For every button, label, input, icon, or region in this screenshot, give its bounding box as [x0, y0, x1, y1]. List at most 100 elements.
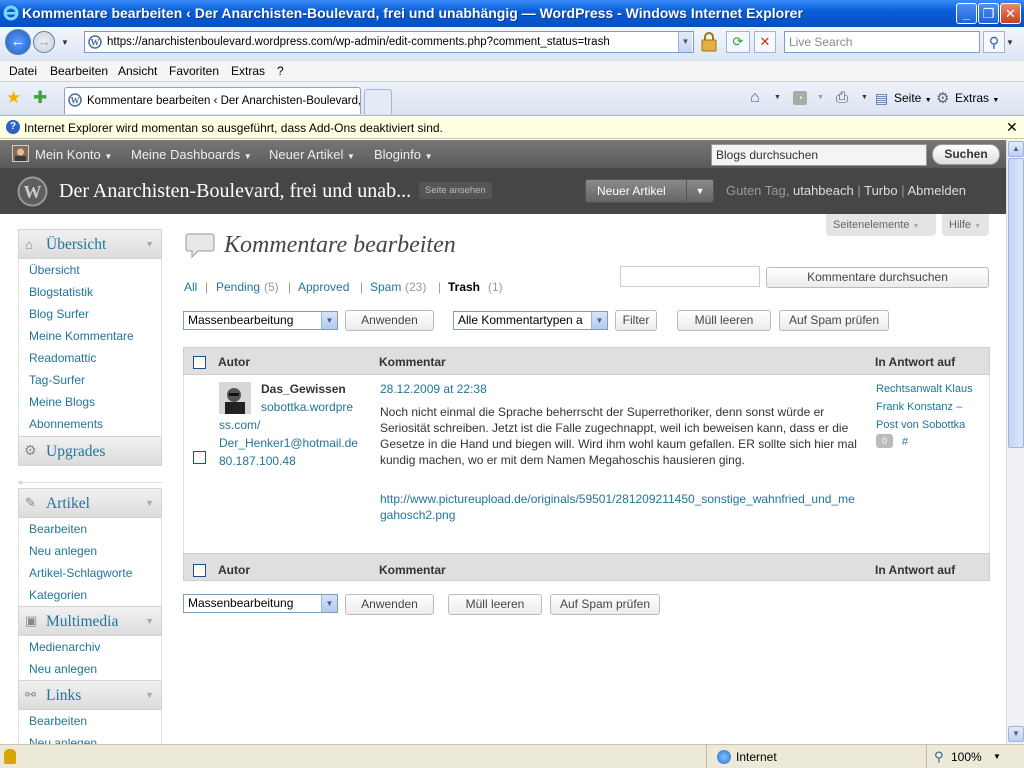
- blog-search-button[interactable]: Suchen: [932, 144, 1000, 165]
- turbo-link[interactable]: Turbo: [864, 183, 897, 198]
- sidebar-item-links-edit[interactable]: Bearbeiten: [29, 714, 87, 728]
- comment-date-link[interactable]: 28.12.2009 at 22:38: [380, 382, 487, 396]
- maximize-button[interactable]: ❐: [978, 3, 999, 24]
- feeds-dropdown-icon[interactable]: ▼: [817, 94, 824, 101]
- new-tab-button[interactable]: [364, 89, 392, 114]
- address-dropdown-icon[interactable]: ▼: [678, 32, 692, 52]
- print-icon[interactable]: ⎙: [836, 89, 848, 106]
- security-lock-icon[interactable]: [697, 30, 721, 54]
- scroll-thumb[interactable]: [1008, 158, 1024, 448]
- new-post-dropdown-icon[interactable]: ▼: [686, 180, 713, 202]
- sidebar-item-subscriptions[interactable]: Abonnements: [29, 417, 103, 431]
- sidebar-section-upgrades[interactable]: ⚙ Upgrades: [18, 436, 162, 466]
- search-comments-button[interactable]: Kommentare durchsuchen: [766, 267, 989, 288]
- apply-button-top[interactable]: Anwenden: [345, 310, 434, 331]
- filter-approved[interactable]: Approved: [298, 280, 349, 294]
- scroll-down-icon[interactable]: ▼: [1008, 726, 1024, 742]
- sidebar-item-posts-new[interactable]: Neu anlegen: [29, 544, 97, 558]
- search-icon[interactable]: ⚲: [983, 31, 1005, 53]
- new-post-button[interactable]: Neuer Artikel ▼: [585, 179, 714, 203]
- view-site-button[interactable]: Seite ansehen: [419, 182, 492, 199]
- print-dropdown-icon[interactable]: ▼: [861, 94, 868, 101]
- sidebar-section-overview[interactable]: ⌂ Übersicht ▼: [18, 229, 162, 259]
- address-bar-input[interactable]: https://anarchistenboulevard.wordpress.c…: [84, 31, 694, 53]
- live-search-input[interactable]: Live Search: [784, 31, 980, 53]
- post-permalink[interactable]: #: [902, 436, 908, 448]
- sidebar-item-links-new[interactable]: Neu anlegen: [29, 736, 97, 744]
- author-url-line1[interactable]: sobottka.wordpre: [261, 400, 353, 414]
- sidebar-item-readomattic[interactable]: Readomattic: [29, 351, 96, 365]
- check-spam-button-bottom[interactable]: Auf Spam prüfen: [550, 594, 660, 615]
- my-dashboards-menu[interactable]: Meine Dashboards ▼: [131, 147, 252, 162]
- search-provider-dropdown-icon[interactable]: ▼: [1006, 38, 1014, 47]
- reply-to-post-link[interactable]: Rechtsanwalt Klaus Frank Konstanz – Post…: [876, 380, 984, 434]
- menu-help[interactable]: ?: [277, 64, 284, 78]
- username-link[interactable]: utahbeach: [793, 183, 854, 198]
- sidebar-item-blog-surfer[interactable]: Blog Surfer: [29, 307, 89, 321]
- comment-count-badge[interactable]: 0: [876, 434, 893, 448]
- new-post-menu[interactable]: Neuer Artikel ▼: [269, 147, 355, 162]
- stop-icon[interactable]: ✕: [754, 31, 776, 53]
- my-account-menu[interactable]: Mein Konto ▼: [35, 147, 112, 162]
- sidebar-item-media-new[interactable]: Neu anlegen: [29, 662, 97, 676]
- author-url-line2[interactable]: ss.com/: [219, 418, 260, 432]
- sidebar-item-categories[interactable]: Kategorien: [29, 588, 87, 602]
- collapse-arrow-icon[interactable]: ▼: [145, 239, 154, 249]
- author-email-link[interactable]: Der_Henker1@hotmail.de: [219, 436, 358, 450]
- blog-title[interactable]: Der Anarchisten-Boulevard, frei und unab…: [59, 180, 411, 203]
- check-spam-button-top[interactable]: Auf Spam prüfen: [779, 310, 889, 331]
- sidebar-item-blogstats[interactable]: Blogstatistik: [29, 285, 93, 299]
- screen-options-button[interactable]: Seitenelemente ▼: [826, 214, 936, 236]
- sidebar-section-media[interactable]: ▣ Multimedia ▼: [18, 606, 162, 636]
- bulk-actions-select[interactable]: Massenbearbeitung ▼: [183, 311, 338, 330]
- feeds-icon[interactable]: ◔: [793, 91, 807, 105]
- row-checkbox[interactable]: [193, 451, 206, 464]
- logout-link[interactable]: Abmelden: [907, 183, 966, 198]
- bloginfo-menu[interactable]: Bloginfo ▼: [374, 147, 433, 162]
- forward-button[interactable]: →: [33, 31, 55, 53]
- vertical-scrollbar[interactable]: ▲ ▼: [1006, 140, 1024, 744]
- collapse-arrow-icon[interactable]: ▼: [145, 498, 154, 508]
- menu-edit[interactable]: Bearbeiten: [50, 64, 108, 78]
- back-button[interactable]: ←: [5, 29, 31, 55]
- zoom-dropdown-icon[interactable]: ▼: [993, 752, 1001, 761]
- filter-button[interactable]: Filter: [615, 310, 657, 331]
- history-dropdown-icon[interactable]: ▼: [61, 38, 69, 47]
- sidebar-item-my-comments[interactable]: Meine Kommentare: [29, 329, 134, 343]
- protected-mode-shield-icon[interactable]: [4, 749, 16, 764]
- empty-trash-button-bottom[interactable]: Müll leeren: [448, 594, 542, 615]
- collapse-arrow-icon[interactable]: ▼: [145, 690, 154, 700]
- filter-all[interactable]: All: [184, 280, 197, 294]
- blog-search-input[interactable]: Blogs durchsuchen: [711, 144, 927, 166]
- sidebar-item-overview[interactable]: Übersicht: [29, 263, 80, 277]
- wordpress-logo-icon[interactable]: W: [17, 176, 48, 207]
- comment-search-input[interactable]: [620, 266, 760, 287]
- bulk-actions-select-bottom[interactable]: Massenbearbeitung ▼: [183, 594, 338, 613]
- close-window-button[interactable]: ✕: [1000, 3, 1021, 24]
- sidebar-section-links[interactable]: ⚯ Links ▼: [18, 680, 162, 710]
- home-icon[interactable]: ⌂: [750, 89, 760, 107]
- comment-image-link[interactable]: http://www.pictureupload.de/originals/59…: [380, 491, 860, 523]
- sidebar-item-tag-surfer[interactable]: Tag-Surfer: [29, 373, 85, 387]
- close-infobar-icon[interactable]: ✕: [1006, 119, 1018, 136]
- select-all-checkbox-bottom[interactable]: [193, 564, 206, 577]
- sidebar-item-post-tags[interactable]: Artikel-Schlagworte: [29, 566, 132, 580]
- empty-trash-button-top[interactable]: Müll leeren: [677, 310, 771, 331]
- filter-trash[interactable]: Trash: [448, 280, 480, 294]
- filter-spam[interactable]: Spam: [370, 280, 401, 294]
- scroll-up-icon[interactable]: ▲: [1008, 141, 1024, 157]
- apply-button-bottom[interactable]: Anwenden: [345, 594, 434, 615]
- sidebar-item-posts-edit[interactable]: Bearbeiten: [29, 522, 87, 536]
- help-button[interactable]: Hilfe ▼: [942, 214, 989, 236]
- favorites-star-icon[interactable]: ★: [6, 88, 21, 108]
- comment-type-select[interactable]: Alle Kommentartypen a ▼: [453, 311, 608, 330]
- sidebar-item-media-library[interactable]: Medienarchiv: [29, 640, 100, 654]
- menu-tools[interactable]: Extras: [231, 64, 265, 78]
- collapse-arrow-icon[interactable]: ▼: [145, 616, 154, 626]
- zoom-level[interactable]: 100%: [951, 750, 982, 764]
- information-bar[interactable]: ? Internet Explorer wird momentan so aus…: [0, 117, 1024, 139]
- minimize-button[interactable]: _: [956, 3, 977, 24]
- add-favorite-icon[interactable]: ✚: [33, 88, 47, 108]
- sidebar-item-my-blogs[interactable]: Meine Blogs: [29, 395, 95, 409]
- menu-file[interactable]: Datei: [9, 64, 37, 78]
